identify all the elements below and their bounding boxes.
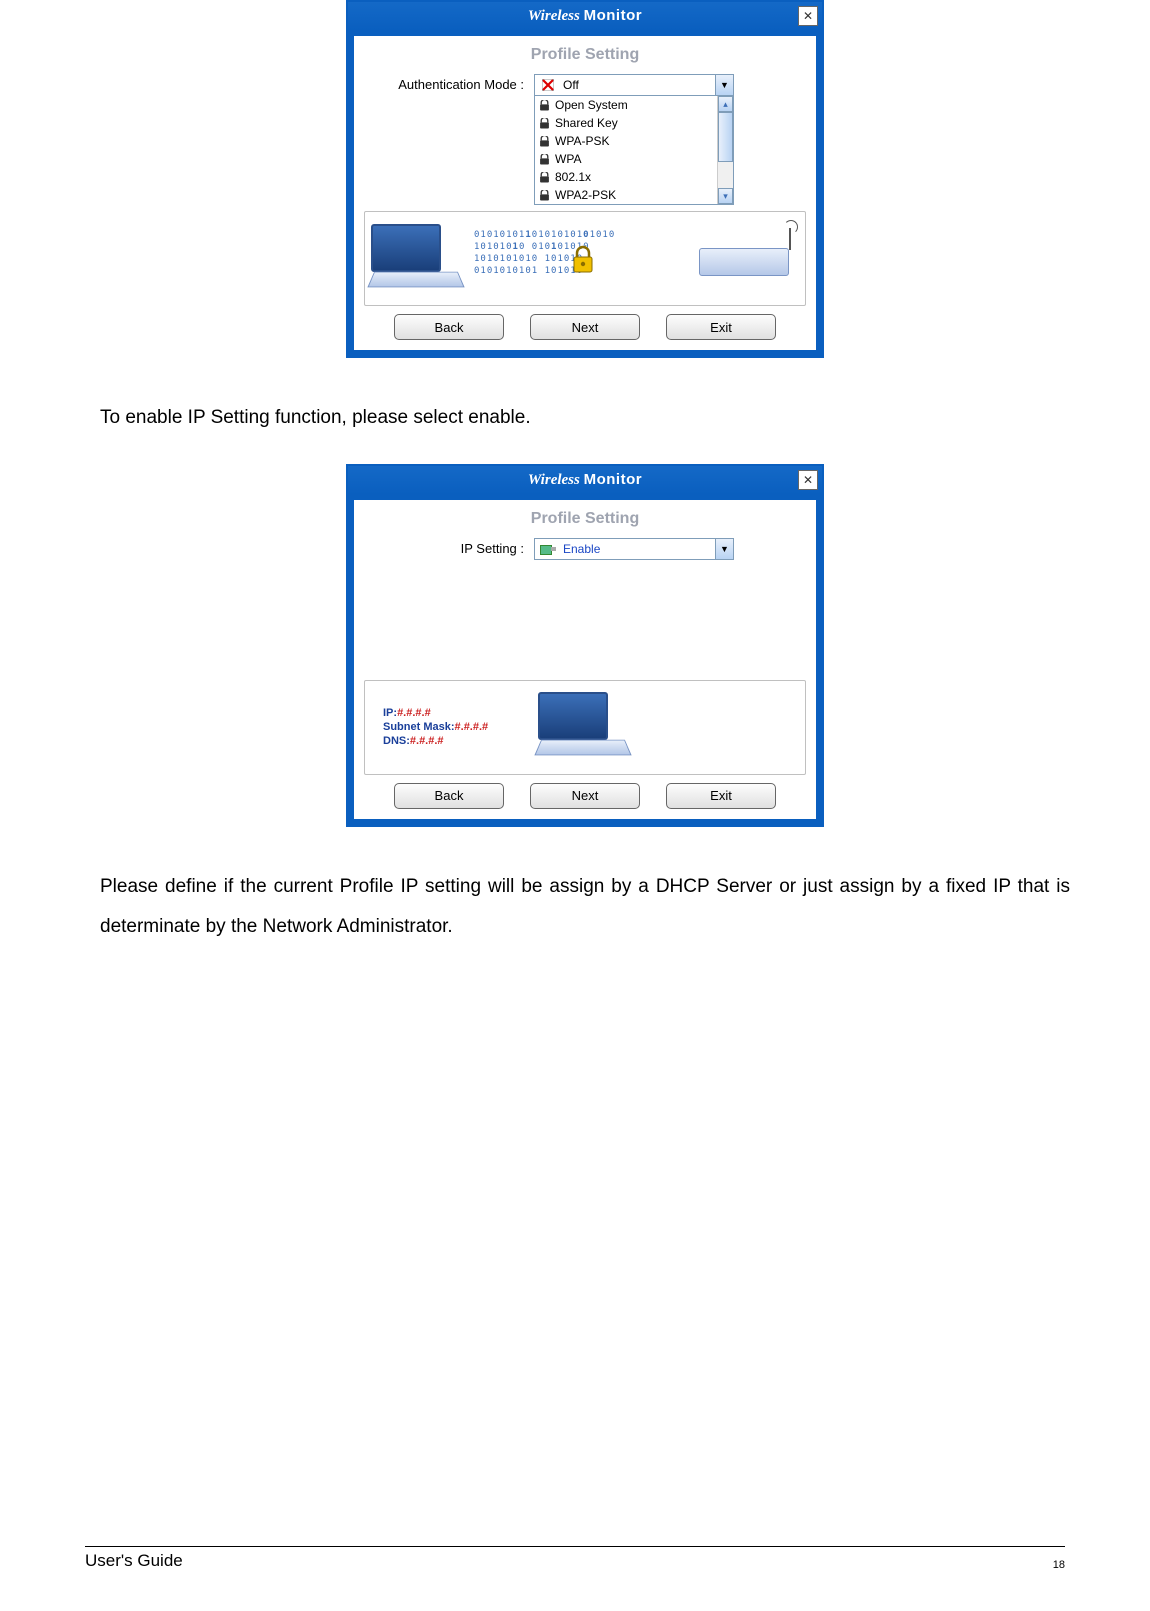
next-button[interactable]: Next bbox=[530, 314, 640, 340]
auth-illustration: 0101010110101010101010 10101010 01010101… bbox=[364, 211, 806, 306]
list-item[interactable]: WPA bbox=[535, 150, 733, 168]
app-title: Wireless Monitor bbox=[528, 471, 642, 489]
off-icon bbox=[539, 76, 557, 94]
lock-icon bbox=[539, 190, 550, 201]
lock-icon bbox=[539, 118, 550, 129]
close-button[interactable]: ✕ bbox=[798, 470, 818, 490]
ip-setting-value: Enable bbox=[561, 542, 733, 556]
ip-setting-label: IP Setting : bbox=[364, 538, 524, 556]
back-button[interactable]: Back bbox=[394, 314, 504, 340]
back-button[interactable]: Back bbox=[394, 783, 504, 809]
paragraph: To enable IP Setting function, please se… bbox=[100, 398, 1070, 438]
lock-icon bbox=[539, 100, 550, 111]
page-number: 18 bbox=[1053, 1559, 1065, 1571]
titlebar[interactable]: Wireless Monitor ✕ bbox=[348, 466, 822, 494]
ip-illustration: IP:#.#.#.# Subnet Mask:#.#.#.# DNS:#.#.#… bbox=[364, 680, 806, 775]
lock-icon bbox=[539, 136, 550, 147]
scroll-up-icon[interactable]: ▴ bbox=[718, 96, 733, 112]
binary-stream-icon: 0101010110101010101010 10101010 01010101… bbox=[474, 217, 691, 301]
footer-title: User's Guide bbox=[85, 1551, 183, 1571]
scroll-thumb[interactable] bbox=[718, 112, 733, 162]
laptop-icon bbox=[538, 692, 633, 762]
scroll-down-icon[interactable]: ▾ bbox=[718, 188, 733, 204]
chevron-down-icon: ▼ bbox=[715, 75, 733, 95]
list-item[interactable]: Open System bbox=[535, 96, 733, 114]
listbox-scrollbar[interactable]: ▴ ▾ bbox=[717, 96, 733, 204]
auth-mode-listbox[interactable]: Open System Shared Key WPA-PSK WPA bbox=[534, 96, 734, 205]
list-item[interactable]: WPA2-PSK bbox=[535, 186, 733, 204]
lock-icon bbox=[539, 172, 550, 183]
ip-info-text: IP:#.#.#.# Subnet Mask:#.#.#.# DNS:#.#.#… bbox=[383, 706, 488, 748]
auth-mode-combo[interactable]: Off ▼ bbox=[534, 74, 734, 96]
chevron-down-icon: ▼ bbox=[715, 539, 733, 559]
list-item[interactable]: WPA-PSK bbox=[535, 132, 733, 150]
dialog-auth-mode: Wireless Monitor ✕ Profile Setting Authe… bbox=[346, 0, 824, 358]
section-title: Profile Setting bbox=[364, 46, 806, 64]
section-title: Profile Setting bbox=[364, 510, 806, 528]
next-button[interactable]: Next bbox=[530, 783, 640, 809]
app-title: Wireless Monitor bbox=[528, 7, 642, 25]
exit-button[interactable]: Exit bbox=[666, 783, 776, 809]
close-icon: ✕ bbox=[803, 9, 813, 23]
close-icon: ✕ bbox=[803, 473, 813, 487]
dialog-ip-setting: Wireless Monitor ✕ Profile Setting IP Se… bbox=[346, 464, 824, 827]
auth-mode-value: Off bbox=[561, 78, 733, 92]
list-item[interactable]: Shared Key bbox=[535, 114, 733, 132]
titlebar[interactable]: Wireless Monitor ✕ bbox=[348, 2, 822, 30]
auth-mode-label: Authentication Mode : bbox=[364, 74, 524, 92]
laptop-icon bbox=[371, 224, 466, 294]
padlock-icon bbox=[568, 244, 598, 274]
router-icon bbox=[699, 234, 799, 284]
close-button[interactable]: ✕ bbox=[798, 6, 818, 26]
nic-icon bbox=[539, 540, 557, 558]
ip-setting-combo[interactable]: Enable ▼ bbox=[534, 538, 734, 560]
lock-icon bbox=[539, 154, 550, 165]
page-footer: User's Guide 18 bbox=[85, 1546, 1065, 1571]
exit-button[interactable]: Exit bbox=[666, 314, 776, 340]
paragraph: Please define if the current Profile IP … bbox=[100, 867, 1070, 947]
list-item[interactable]: 802.1x bbox=[535, 168, 733, 186]
